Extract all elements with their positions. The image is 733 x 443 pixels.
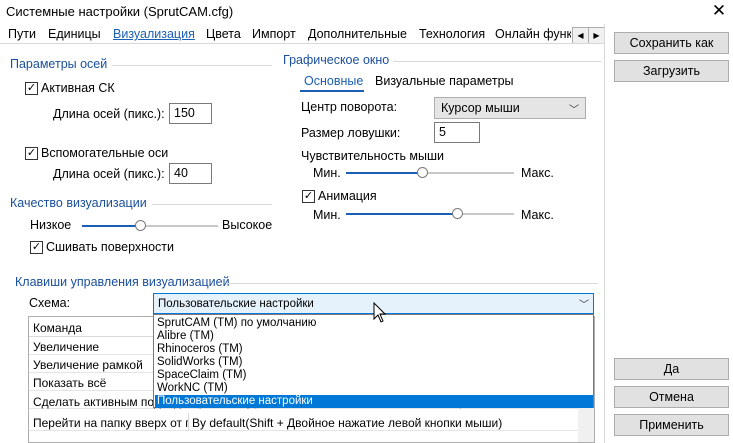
aux-axes-checkbox[interactable]: ✓: [25, 147, 38, 160]
scheme-value: Пользовательские настройки: [158, 297, 314, 310]
active-cs-checkbox[interactable]: ✓: [25, 82, 38, 95]
active-cs-label: Активная СК: [41, 81, 115, 95]
trap-size-input[interactable]: 5: [434, 122, 480, 143]
axis-length-label-1: Длина осей (пикс.):: [53, 107, 165, 121]
scheme-option[interactable]: Alibre (TM): [155, 330, 593, 343]
cancel-button[interactable]: Отмена: [614, 386, 729, 408]
table-cell-command: Увеличение: [33, 340, 100, 354]
mouse-sensitivity-label: Чувствительность мыши: [301, 149, 445, 163]
ok-button[interactable]: Да: [614, 358, 729, 380]
table-cell-command: Перейти на папку вверх от по: [33, 416, 189, 430]
tab-online[interactable]: Онлайн функ: [495, 27, 571, 41]
axis-length-label-2: Длина осей (пикс.):: [53, 167, 165, 181]
mouse-sensitivity-slider[interactable]: [346, 166, 514, 180]
chevron-down-icon: ﹀: [569, 104, 579, 116]
tab-paths[interactable]: Пути: [8, 27, 36, 41]
tab-scroll-left-icon[interactable]: ◀: [572, 27, 589, 44]
checkmark-icon: ✓: [26, 82, 37, 94]
tab-scroll-right-icon[interactable]: ▶: [588, 27, 605, 44]
scheme-option[interactable]: SolidWorks (TM): [155, 356, 593, 369]
animation-speed-slider-thumb[interactable]: [452, 208, 463, 219]
mouse-sensitivity-slider-thumb[interactable]: [417, 167, 428, 178]
save-as-button[interactable]: Сохранить как: [614, 32, 729, 54]
scheme-option[interactable]: Rhinoceros (TM): [155, 343, 593, 356]
quality-group-line: [152, 204, 272, 205]
axes-group-title: Параметры осей: [10, 57, 108, 71]
animation-speed-slider[interactable]: [346, 207, 514, 221]
load-button[interactable]: Загрузить: [614, 60, 729, 82]
tab-additional[interactable]: Дополнительные: [308, 27, 407, 41]
chevron-down-icon: ﹀: [579, 300, 589, 311]
sensitivity-max-label: Макс.: [521, 166, 554, 180]
checkmark-icon: ✓: [303, 190, 314, 202]
right-panel-divider: [604, 24, 605, 443]
axis-length-input-2[interactable]: 40: [169, 163, 212, 184]
quality-low-label: Низкое: [30, 218, 72, 232]
tab-visualization[interactable]: Визуализация: [113, 27, 195, 41]
tab-colors[interactable]: Цвета: [206, 27, 241, 41]
window-title: Системные настройки (SprutCAM.cfg): [6, 4, 234, 19]
keys-group-line: [228, 283, 598, 284]
animation-max-label: Макс.: [521, 208, 554, 222]
stitch-surfaces-label: Сшивать поверхности: [46, 240, 174, 254]
trap-size-label: Размер ловушки:: [301, 126, 401, 140]
subtab-basic[interactable]: Основные: [304, 74, 363, 88]
rotation-center-value: Курсор мыши: [441, 101, 520, 115]
table-cell-command: Показать всё: [33, 376, 107, 390]
checkmark-icon: ✓: [26, 147, 37, 159]
quality-slider-thumb[interactable]: [135, 220, 146, 231]
graphics-group-title: Графическое окно: [283, 53, 390, 67]
animation-min-label: Мин.: [313, 208, 341, 222]
axes-group-line: [112, 65, 272, 66]
rotation-center-label: Центр поворота:: [301, 100, 398, 114]
axis-length-input-1[interactable]: 150: [169, 103, 212, 124]
table-cell-key: By default(Shift + Двойное нажатие левой…: [192, 416, 503, 430]
quality-slider[interactable]: [82, 219, 218, 233]
sensitivity-min-label: Мин.: [313, 166, 341, 180]
subtab-active-underline: [300, 90, 364, 92]
mouse-cursor-icon: [373, 302, 387, 323]
table-header-command: Команда: [33, 321, 82, 335]
subtab-visual-params[interactable]: Визуальные параметры: [375, 74, 514, 88]
quality-high-label: Высокое: [222, 218, 273, 232]
scheme-option[interactable]: WorkNC (TM): [155, 382, 593, 395]
close-icon[interactable]: ✕: [708, 1, 730, 23]
animation-checkbox[interactable]: ✓: [302, 190, 315, 203]
scheme-label: Схема:: [29, 296, 71, 310]
tab-technology[interactable]: Технология: [419, 27, 485, 41]
table-cell-command: Увеличение рамкой: [33, 358, 143, 372]
stitch-surfaces-checkbox[interactable]: ✓: [30, 241, 43, 254]
aux-axes-label: Вспомогательные оси: [41, 146, 169, 160]
checkmark-icon: ✓: [31, 241, 42, 253]
tab-divider: [0, 43, 604, 44]
tab-import[interactable]: Импорт: [252, 27, 296, 41]
animation-label: Анимация: [318, 189, 377, 203]
rotation-center-select[interactable]: Курсор мыши ﹀: [434, 97, 586, 119]
scheme-dropdown-list[interactable]: SprutCAM (TM) по умолчанию Alibre (TM) R…: [153, 314, 594, 408]
tab-units[interactable]: Единицы: [48, 27, 101, 41]
graphics-group-line: [393, 61, 601, 62]
quality-group-title: Качество визуализации: [10, 196, 147, 210]
scheme-option[interactable]: SpaceClaim (TM): [155, 369, 593, 382]
keys-group-title: Клавиши управления визуализацией: [15, 275, 230, 289]
column-divider: [188, 413, 189, 431]
scheme-option-selected[interactable]: Пользовательские настройки: [155, 395, 593, 408]
apply-button[interactable]: Применить: [614, 414, 729, 436]
